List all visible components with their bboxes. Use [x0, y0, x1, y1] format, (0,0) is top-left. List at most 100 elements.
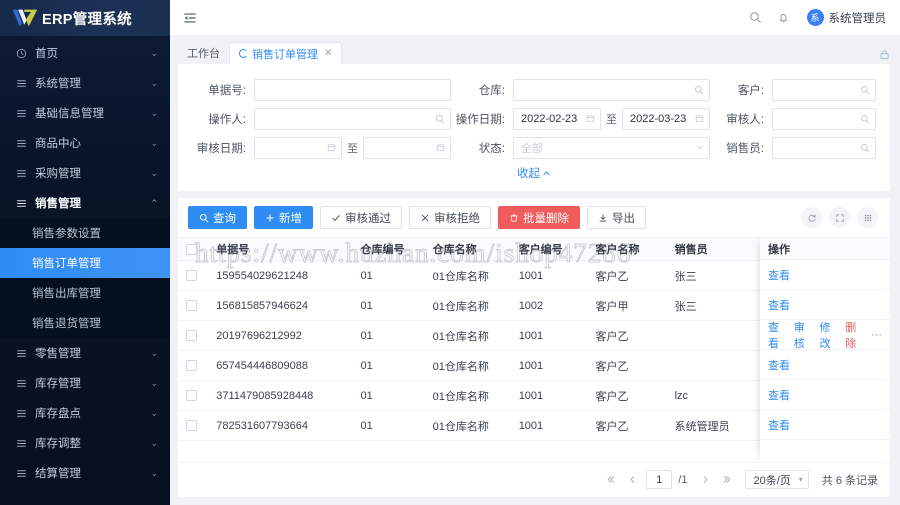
operation-date-end-input[interactable]: 2022-03-23 — [622, 107, 710, 130]
salesman-input[interactable] — [772, 136, 876, 159]
username-label[interactable]: 系统管理员 — [829, 10, 887, 26]
menu-lines-icon — [14, 198, 28, 209]
button-label: 新增 — [279, 212, 302, 225]
menu-collapse-icon[interactable] — [180, 8, 200, 28]
content-area: 单据号: 仓库: 客户: 操作人: 操作日期: 2022-02-23 至 202… — [178, 64, 890, 497]
collapse-toggle[interactable]: 收起 — [517, 165, 551, 181]
sidebar-subitem-sales-outbound[interactable]: 销售出库管理 — [0, 278, 170, 308]
brand-title: ERP管理系统 — [42, 11, 132, 28]
export-button[interactable]: 导出 — [587, 206, 646, 229]
table-scroll-container[interactable]: 单据号 仓库编号 仓库名称 客户编号 客户名称 销售员 单据总金额 商品 159… — [178, 237, 890, 462]
field-control: 2022-02-23 至 2022-03-23 — [513, 107, 710, 130]
search-icon[interactable] — [694, 85, 704, 95]
sidebar-item-stock-adjust[interactable]: 库存调整 ⌄ — [0, 428, 170, 458]
loading-spinner-icon — [239, 49, 248, 58]
audit-approve-button[interactable]: 审核通过 — [320, 206, 402, 229]
bell-icon[interactable] — [773, 7, 795, 29]
action-cell: 查看 — [760, 410, 890, 440]
search-icon[interactable] — [860, 114, 870, 124]
tabbar-right-icon[interactable] — [879, 49, 890, 64]
close-icon[interactable]: ✕ — [324, 48, 332, 59]
avatar[interactable]: 系 — [806, 9, 824, 26]
search-icon[interactable] — [860, 143, 870, 153]
row-checkbox[interactable] — [186, 360, 197, 372]
download-icon — [598, 213, 608, 223]
sidebar-item-home[interactable]: 首页 ⌄ — [0, 38, 170, 68]
sidebar-subitem-sales-return[interactable]: 销售退货管理 — [0, 308, 170, 338]
customer-input[interactable] — [772, 78, 876, 101]
order-no-input[interactable] — [254, 78, 451, 101]
audit-date-end-input[interactable] — [363, 136, 451, 159]
col-total: 单据总金额 — [743, 237, 844, 261]
operator-input[interactable] — [254, 107, 451, 130]
row-checkbox-cell — [178, 290, 209, 321]
chevron-left-icon[interactable] — [624, 471, 641, 489]
cell-cust-code: 1001 — [510, 260, 588, 291]
status-select[interactable]: 全部 — [513, 136, 710, 159]
calendar-icon[interactable] — [436, 143, 445, 152]
page-size-label: 20条/页 — [753, 474, 791, 487]
edit-link[interactable]: 修改 — [820, 319, 837, 351]
delete-link[interactable]: 删除 — [845, 319, 862, 351]
view-link[interactable]: 查看 — [768, 357, 790, 373]
sidebar-item-sales[interactable]: 销售管理 ⌃ — [0, 188, 170, 218]
double-chevron-left-icon[interactable] — [602, 471, 619, 489]
row-actions: 查看 — [768, 357, 790, 373]
row-checkbox[interactable] — [186, 330, 197, 342]
action-cell: 查看 — [760, 380, 890, 410]
sidebar-subitem-sales-params[interactable]: 销售参数设置 — [0, 218, 170, 248]
tab-sales-order[interactable]: 销售订单管理 ✕ — [229, 42, 343, 64]
auditor-input[interactable] — [772, 107, 876, 130]
audit-date-start-input[interactable] — [254, 136, 342, 159]
add-button[interactable]: 新增 — [254, 206, 313, 229]
calendar-icon[interactable] — [586, 114, 595, 123]
logo-bar[interactable]: ERP管理系统 — [0, 0, 170, 36]
field-control: 全部 — [513, 136, 710, 159]
view-link[interactable]: 查看 — [768, 267, 790, 283]
calendar-icon[interactable] — [695, 114, 704, 123]
sidebar-item-goods-center[interactable]: 商品中心 ⌄ — [0, 128, 170, 158]
chevron-right-icon[interactable] — [697, 471, 714, 489]
batch-delete-button[interactable]: 批量删除 — [498, 206, 580, 229]
current-page-input[interactable]: 1 — [646, 470, 673, 489]
column-settings-icon[interactable] — [857, 207, 878, 228]
sidebar-item-retail[interactable]: 零售管理 ⌄ — [0, 338, 170, 368]
sidebar-item-inventory[interactable]: 库存管理 ⌄ — [0, 368, 170, 398]
sidebar-item-purchase[interactable]: 采购管理 ⌄ — [0, 158, 170, 188]
view-link[interactable]: 查看 — [768, 297, 790, 313]
audit-reject-button[interactable]: 审核拒绝 — [409, 206, 491, 229]
cell-cust-code: 1001 — [510, 380, 588, 411]
clock-icon — [14, 48, 28, 59]
calendar-icon[interactable] — [327, 143, 336, 152]
sidebar-subitem-sales-order[interactable]: 销售订单管理 — [0, 248, 170, 278]
page-size-select[interactable]: 20条/页 ▾ — [745, 470, 809, 489]
operation-date-start-input[interactable]: 2022-02-23 — [513, 107, 601, 130]
double-chevron-right-icon[interactable] — [719, 471, 736, 489]
row-checkbox[interactable] — [186, 300, 197, 312]
search-icon[interactable] — [745, 7, 767, 29]
chevron-down-icon[interactable] — [695, 143, 704, 152]
row-checkbox[interactable] — [186, 270, 197, 282]
field-order-no: 单据号: — [192, 75, 451, 104]
view-link[interactable]: 查看 — [768, 319, 785, 351]
sidebar-item-system[interactable]: 系统管理 ⌄ — [0, 68, 170, 98]
tab-workbench[interactable]: 工作台 — [178, 42, 229, 64]
fullscreen-icon[interactable] — [829, 207, 850, 228]
audit-link[interactable]: 审核 — [794, 319, 811, 351]
search-icon[interactable] — [860, 85, 870, 95]
sidebar-item-stocktaking[interactable]: 库存盘点 ⌄ — [0, 398, 170, 428]
select-all-checkbox[interactable] — [186, 243, 197, 255]
field-label: 操作日期: — [455, 113, 505, 126]
sidebar-item-settlement[interactable]: 结算管理 ⌄ — [0, 458, 170, 488]
view-link[interactable]: 查看 — [768, 417, 790, 433]
search-icon[interactable] — [435, 114, 445, 124]
cell-cust-code: 1002 — [510, 290, 588, 321]
refresh-icon[interactable] — [801, 207, 822, 228]
sidebar-item-basic-info[interactable]: 基础信息管理 ⌄ — [0, 98, 170, 128]
view-link[interactable]: 查看 — [768, 387, 790, 403]
more-actions-icon[interactable]: ⋯ — [871, 328, 882, 341]
row-checkbox[interactable] — [186, 390, 197, 402]
query-button[interactable]: 查询 — [188, 206, 247, 229]
row-checkbox[interactable] — [186, 420, 197, 432]
warehouse-input[interactable] — [513, 78, 710, 101]
